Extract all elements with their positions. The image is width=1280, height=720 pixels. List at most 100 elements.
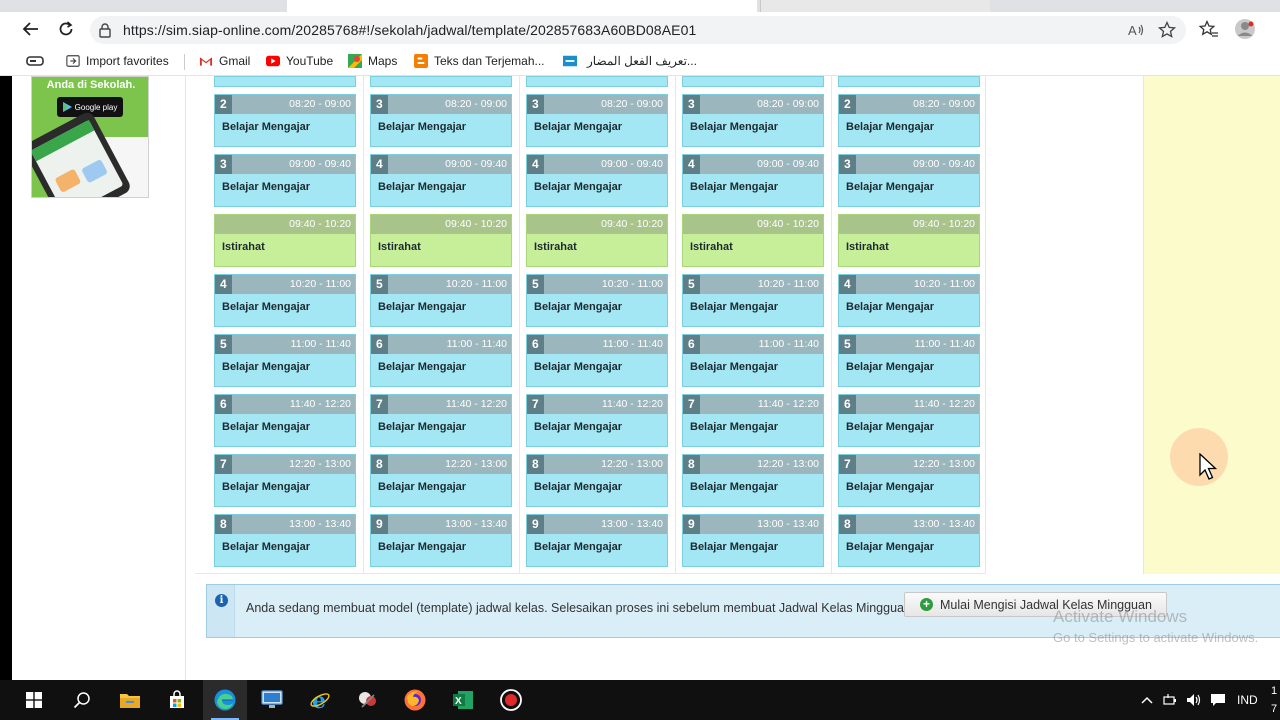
store-icon[interactable] [155, 680, 199, 720]
schedule-slot-break[interactable]: 09:40 - 10:20 Istirahat [214, 214, 356, 267]
slot-label: Belajar Mengajar [534, 481, 623, 493]
schedule-slot[interactable]: 5 10:20 - 11:00 Belajar Mengajar [682, 274, 824, 327]
schedule-slot[interactable]: 4 09:00 - 09:40 Belajar Mengajar [526, 154, 668, 207]
slot-number: 5 [839, 335, 856, 354]
slot-label: Belajar Mengajar [378, 421, 467, 433]
schedule-slot[interactable]: 4 09:00 - 09:40 Belajar Mengajar [682, 154, 824, 207]
schedule-slot[interactable]: 7 11:40 - 12:20 Belajar Mengajar [682, 394, 824, 447]
schedule-slot[interactable]: 3 08:20 - 09:00 Belajar Mengajar [682, 94, 824, 147]
profile-avatar[interactable] [1233, 18, 1257, 40]
bookmark-arabic-page[interactable]: تعريف الفعل المضار... [563, 53, 697, 69]
schedule-slot[interactable]: 9 13:00 - 13:40 Belajar Mengajar [370, 514, 512, 567]
schedule-slot[interactable]: 4 09:00 - 09:40 Belajar Mengajar [370, 154, 512, 207]
power-icon[interactable] [1163, 691, 1179, 709]
favorite-star-icon[interactable] [1157, 21, 1177, 39]
sidebar-toggle-icon[interactable] [26, 53, 44, 69]
excel-icon[interactable]: X [441, 680, 485, 720]
slot-label: Belajar Mengajar [846, 421, 935, 433]
slot-time: 09:40 - 10:20 [757, 218, 819, 230]
settings-more-icon[interactable] [1270, 18, 1280, 40]
schedule-slot[interactable]: 3 09:00 - 09:40 Belajar Mengajar [214, 154, 356, 207]
refresh-button[interactable] [53, 17, 79, 41]
bookmark-import-favorites[interactable]: Import favorites [66, 53, 169, 69]
slot-header: 5 10:20 - 11:00 [527, 275, 667, 294]
bookmark-maps[interactable]: Maps [348, 53, 397, 69]
schedule-slot[interactable]: 8 12:20 - 13:00 Belajar Mengajar [526, 454, 668, 507]
url-text[interactable]: https://sim.siap-online.com/20285768#!/s… [123, 22, 696, 38]
slot-time: 11:40 - 12:20 [757, 398, 819, 410]
schedule-slot[interactable]: 6 11:00 - 11:40 Belajar Mengajar [682, 334, 824, 387]
schedule-slot[interactable]: 5 11:00 - 11:40 Belajar Mengajar [838, 334, 980, 387]
schedule-slot[interactable]: 3 08:20 - 09:00 Belajar Mengajar [526, 94, 668, 147]
slot-label: Belajar Mengajar [222, 421, 311, 433]
slot-time: 09:00 - 09:40 [757, 158, 819, 170]
language-indicator[interactable]: IND [1237, 691, 1258, 709]
edge-icon[interactable] [203, 680, 247, 720]
slot-label: Belajar Mengajar [378, 121, 467, 133]
schedule-slot[interactable]: 8 12:20 - 13:00 Belajar Mengajar [370, 454, 512, 507]
read-aloud-icon[interactable]: A [1127, 21, 1147, 39]
left-sidebar: Anda di Sekolah. Google play [12, 76, 186, 680]
schedule-slot[interactable]: 2 08:20 - 09:00 Belajar Mengajar [214, 94, 356, 147]
schedule-slot[interactable]: 8 12:20 - 13:00 Belajar Mengajar [682, 454, 824, 507]
schedule-slot[interactable]: 6 11:00 - 11:40 Belajar Mengajar [370, 334, 512, 387]
schedule-slot[interactable]: 3 09:00 - 09:40 Belajar Mengajar [838, 154, 980, 207]
schedule-slot-partial[interactable] [682, 76, 824, 87]
schedule-slot[interactable]: 6 11:40 - 12:20 Belajar Mengajar [214, 394, 356, 447]
schedule-slot[interactable]: 7 11:40 - 12:20 Belajar Mengajar [526, 394, 668, 447]
schedule-slot[interactable]: 6 11:00 - 11:40 Belajar Mengajar [526, 334, 668, 387]
schedule-slot-break[interactable]: 09:40 - 10:20 Istirahat [838, 214, 980, 267]
schedule-slot-partial[interactable] [526, 76, 668, 87]
slot-label: Belajar Mengajar [846, 481, 935, 493]
info-icon: i [215, 594, 228, 607]
app-promo-banner[interactable]: Anda di Sekolah. Google play [31, 76, 149, 198]
schedule-slot[interactable]: 7 11:40 - 12:20 Belajar Mengajar [370, 394, 512, 447]
schedule-slot[interactable]: 5 10:20 - 11:00 Belajar Mengajar [526, 274, 668, 327]
schedule-slot[interactable]: 9 13:00 - 13:40 Belajar Mengajar [682, 514, 824, 567]
schedule-slot[interactable]: 2 08:20 - 09:00 Belajar Mengajar [838, 94, 980, 147]
slot-label: Istirahat [378, 241, 421, 253]
schedule-slot[interactable]: 7 12:20 - 13:00 Belajar Mengajar [214, 454, 356, 507]
schedule-slot[interactable]: 5 10:20 - 11:00 Belajar Mengajar [370, 274, 512, 327]
slot-time: 10:20 - 11:00 [445, 278, 507, 290]
remote-desktop-icon[interactable] [250, 680, 294, 720]
schedule-slot[interactable]: 9 13:00 - 13:40 Belajar Mengajar [526, 514, 668, 567]
tab-inactive[interactable] [760, 0, 990, 12]
clock[interactable]: 1 7 [1271, 682, 1280, 718]
slot-label: Belajar Mengajar [378, 481, 467, 493]
lock-icon[interactable] [98, 22, 112, 43]
schedule-slot[interactable]: 8 13:00 - 13:40 Belajar Mengajar [838, 514, 980, 567]
windows-start-icon[interactable] [12, 680, 56, 720]
schedule-slot-break[interactable]: 09:40 - 10:20 Istirahat [370, 214, 512, 267]
schedule-slot[interactable]: 7 12:20 - 13:00 Belajar Mengajar [838, 454, 980, 507]
firefox-icon[interactable] [393, 680, 437, 720]
schedule-slot-partial[interactable] [214, 76, 356, 87]
schedule-slot[interactable]: 6 11:40 - 12:20 Belajar Mengajar [838, 394, 980, 447]
favorites-icon[interactable] [1197, 18, 1221, 40]
search-icon[interactable] [60, 680, 104, 720]
back-button[interactable] [18, 17, 44, 41]
schedule-slot-partial[interactable] [370, 76, 512, 87]
notification-icon[interactable] [1210, 691, 1226, 709]
slot-label: Belajar Mengajar [534, 121, 623, 133]
bookmark-gmail[interactable]: Gmail [199, 53, 250, 69]
bookmark-youtube[interactable]: YouTube [266, 53, 333, 69]
slot-time: 11:00 - 11:40 [446, 338, 507, 350]
show-hidden-icons[interactable] [1141, 691, 1153, 709]
address-bar[interactable]: https://sim.siap-online.com/20285768#!/s… [90, 16, 1186, 44]
volume-icon[interactable] [1186, 691, 1202, 709]
schedule-slot[interactable]: 5 11:00 - 11:40 Belajar Mengajar [214, 334, 356, 387]
schedule-slot[interactable]: 8 13:00 - 13:40 Belajar Mengajar [214, 514, 356, 567]
snipping-tool-icon[interactable] [346, 680, 390, 720]
schedule-slot-break[interactable]: 09:40 - 10:20 Istirahat [682, 214, 824, 267]
schedule-slot-partial[interactable] [838, 76, 980, 87]
tab-active[interactable] [287, 0, 757, 12]
record-icon[interactable] [489, 680, 533, 720]
ie-icon[interactable]: e [298, 680, 342, 720]
schedule-slot[interactable]: 4 10:20 - 11:00 Belajar Mengajar [838, 274, 980, 327]
bookmark-teks-dan-terjemah[interactable]: Teks dan Terjemah... [414, 53, 545, 69]
schedule-slot[interactable]: 4 10:20 - 11:00 Belajar Mengajar [214, 274, 356, 327]
schedule-slot[interactable]: 3 08:20 - 09:00 Belajar Mengajar [370, 94, 512, 147]
file-explorer-icon[interactable] [108, 680, 152, 720]
schedule-slot-break[interactable]: 09:40 - 10:20 Istirahat [526, 214, 668, 267]
